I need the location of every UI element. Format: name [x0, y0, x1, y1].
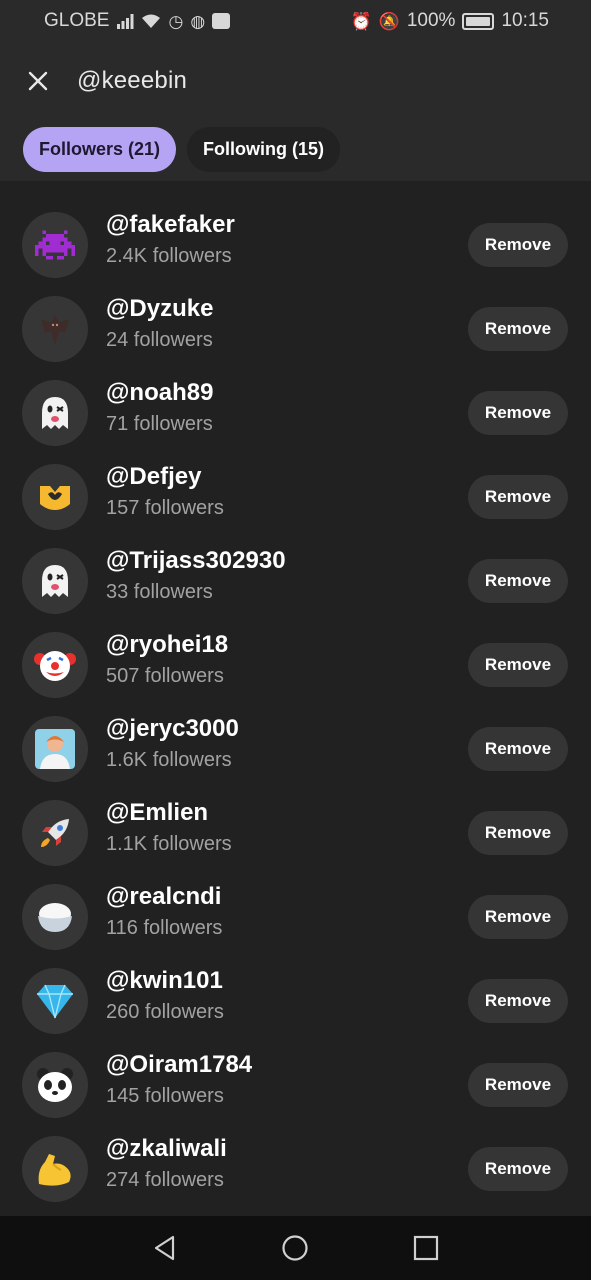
- follower-handle[interactable]: @Emlien: [106, 799, 208, 827]
- panda-icon[interactable]: [22, 1052, 88, 1118]
- remove-button[interactable]: Remove: [468, 643, 568, 687]
- list-item: @noah89 71 followers Remove: [0, 371, 591, 455]
- list-item: @realcndi 116 followers Remove: [0, 875, 591, 959]
- follower-count: 24 followers: [106, 329, 213, 351]
- follower-count: 507 followers: [106, 665, 224, 687]
- person-in-steam-icon[interactable]: [22, 716, 88, 782]
- follower-handle[interactable]: @zkaliwali: [106, 1135, 227, 1163]
- tab-followers[interactable]: Followers (21): [23, 127, 177, 172]
- follower-handle[interactable]: @realcndi: [106, 883, 221, 911]
- follower-handle[interactable]: @ryohei18: [106, 631, 228, 659]
- top-panel: GLOBE ◷ ◍ ⏰ 🔕 100% 10:15 @keeebin Follow…: [0, 0, 591, 181]
- follower-count: 71 followers: [106, 413, 213, 435]
- ghost-icon[interactable]: [22, 548, 88, 614]
- recents-icon: [413, 1235, 438, 1261]
- follower-handle[interactable]: @jeryc3000: [106, 715, 239, 743]
- list-item: @zkaliwali 274 followers Remove: [0, 1127, 591, 1211]
- follower-handle[interactable]: @kwin101: [106, 967, 223, 995]
- ghost-icon[interactable]: [22, 380, 88, 446]
- messenger-icon: ◍: [190, 11, 206, 31]
- tab-bar: Followers (21) Following (15): [23, 127, 341, 172]
- follower-handle[interactable]: @Oiram1784: [106, 1051, 252, 1079]
- back-icon: [155, 1235, 175, 1261]
- carrier-label: GLOBE: [44, 10, 110, 31]
- list-item: @jeryc3000 1.6K followers Remove: [0, 707, 591, 791]
- list-item: @Trijass302930 33 followers Remove: [0, 539, 591, 623]
- clown-icon[interactable]: [22, 632, 88, 698]
- gem-icon[interactable]: [22, 968, 88, 1034]
- clock-icon: ◷: [168, 11, 184, 31]
- home-button[interactable]: [275, 1228, 315, 1268]
- flexed-biceps-icon[interactable]: [22, 1136, 88, 1202]
- app-icon: [212, 13, 231, 29]
- remove-button[interactable]: Remove: [468, 979, 568, 1023]
- remove-button[interactable]: Remove: [468, 391, 568, 435]
- system-nav-bar: [0, 1216, 591, 1280]
- follower-count: 33 followers: [106, 581, 213, 603]
- remove-button[interactable]: Remove: [468, 1147, 568, 1191]
- list-item: @fakefaker 2.4K followers Remove: [0, 203, 591, 287]
- follower-count: 116 followers: [106, 917, 223, 939]
- follower-count: 2.4K followers: [106, 245, 232, 267]
- follower-count: 1.6K followers: [106, 749, 232, 771]
- remove-button[interactable]: Remove: [468, 895, 568, 939]
- signal-icon: [117, 13, 134, 29]
- follower-handle[interactable]: @fakefaker: [106, 211, 235, 239]
- list-item: @Emlien 1.1K followers Remove: [0, 791, 591, 875]
- mute-icon: 🔕: [378, 11, 400, 31]
- close-button[interactable]: [23, 66, 53, 96]
- remove-button[interactable]: Remove: [468, 559, 568, 603]
- heart-hands-icon[interactable]: [22, 464, 88, 530]
- back-button[interactable]: [145, 1228, 185, 1268]
- follower-count: 274 followers: [106, 1169, 224, 1191]
- remove-button[interactable]: Remove: [468, 811, 568, 855]
- bat-icon[interactable]: [22, 296, 88, 362]
- follower-count: 145 followers: [106, 1085, 224, 1107]
- rice-bowl-icon[interactable]: [22, 884, 88, 950]
- list-item: @ryohei18 507 followers Remove: [0, 623, 591, 707]
- remove-button[interactable]: Remove: [468, 223, 568, 267]
- home-icon: [282, 1235, 309, 1261]
- follower-count: 1.1K followers: [106, 833, 232, 855]
- alarm-icon: ⏰: [350, 11, 372, 31]
- status-bar: GLOBE ◷ ◍ ⏰ 🔕 100% 10:15: [0, 0, 591, 42]
- clock-time: 10:15: [501, 10, 549, 31]
- rocket-icon[interactable]: [22, 800, 88, 866]
- close-icon: [28, 71, 48, 91]
- header: @keeebin: [0, 52, 591, 110]
- follower-handle[interactable]: @noah89: [106, 379, 213, 407]
- follower-handle[interactable]: @Dyzuke: [106, 295, 213, 323]
- list-item: @Defjey 157 followers Remove: [0, 455, 591, 539]
- remove-button[interactable]: Remove: [468, 1063, 568, 1107]
- follower-count: 157 followers: [106, 497, 224, 519]
- follower-count: 260 followers: [106, 1001, 224, 1023]
- follower-handle[interactable]: @Defjey: [106, 463, 201, 491]
- recents-button[interactable]: [406, 1228, 446, 1268]
- list-item: @Oiram1784 145 followers Remove: [0, 1043, 591, 1127]
- remove-button[interactable]: Remove: [468, 475, 568, 519]
- remove-button[interactable]: Remove: [468, 307, 568, 351]
- battery-percent: 100%: [406, 10, 456, 31]
- list-item: @Dyzuke 24 followers Remove: [0, 287, 591, 371]
- battery-icon: [462, 12, 495, 30]
- remove-button[interactable]: Remove: [468, 727, 568, 771]
- follower-handle[interactable]: @Trijass302930: [106, 547, 286, 575]
- wifi-icon: [142, 14, 161, 28]
- list-item: @kwin101 260 followers Remove: [0, 959, 591, 1043]
- page-title: @keeebin: [77, 67, 188, 94]
- space-invader-icon[interactable]: [22, 212, 88, 278]
- tab-following[interactable]: Following (15): [187, 127, 341, 172]
